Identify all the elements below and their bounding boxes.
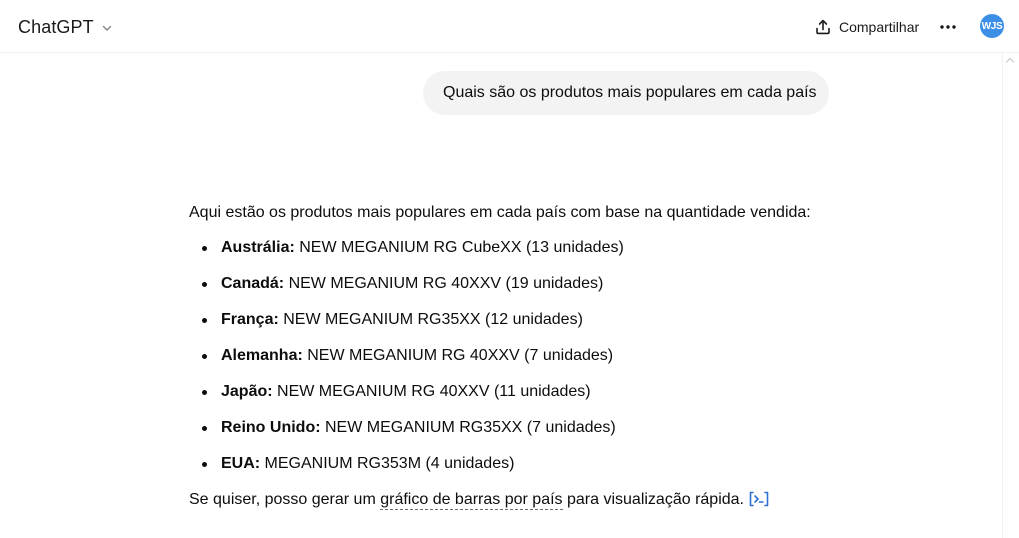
- country-name: Japão:: [221, 383, 273, 400]
- assistant-message: Aqui estão os produtos mais populares em…: [189, 202, 829, 511]
- assistant-intro: Aqui estão os produtos mais populares em…: [189, 204, 811, 221]
- bar-chart-suggestion-link[interactable]: gráfico de barras por país: [380, 491, 563, 510]
- list-item: França: NEW MEGANIUM RG35XX (12 unidades…: [189, 309, 829, 345]
- scroll-up-arrow-icon[interactable]: [1004, 54, 1016, 66]
- country-name: Austrália:: [221, 239, 295, 256]
- assistant-outro: Se quiser, posso gerar um gráfico de bar…: [189, 489, 829, 511]
- list-item: Austrália: NEW MEGANIUM RG CubeXX (13 un…: [189, 237, 829, 273]
- country-name: Reino Unido:: [221, 419, 321, 436]
- product-text: MEGANIUM RG353M (4 unidades): [260, 455, 515, 472]
- country-name: EUA:: [221, 455, 261, 472]
- more-options-button[interactable]: [932, 11, 964, 43]
- outro-text-before: Se quiser, posso gerar um: [189, 491, 381, 508]
- outro-text-after: para visualização rápida.: [562, 491, 744, 508]
- product-text: NEW MEGANIUM RG CubeXX (13 unidades): [294, 239, 624, 256]
- user-message-text: Quais são os produtos mais populares em …: [443, 84, 817, 101]
- product-text: NEW MEGANIUM RG 40XXV (11 unidades): [272, 383, 591, 400]
- chevron-down-icon: [100, 21, 114, 35]
- country-list: Austrália: NEW MEGANIUM RG CubeXX (13 un…: [189, 237, 829, 489]
- list-item: Japão: NEW MEGANIUM RG 40XXV (11 unidade…: [189, 381, 829, 417]
- scrollbar-track[interactable]: [1002, 53, 1019, 538]
- list-item: Reino Unido: NEW MEGANIUM RG35XX (7 unid…: [189, 417, 829, 453]
- share-upload-icon: [814, 18, 832, 36]
- product-text: NEW MEGANIUM RG 40XXV (7 unidades): [302, 347, 614, 364]
- top-bar: ChatGPT Compartilhar WJS: [0, 0, 1019, 53]
- country-name: França:: [221, 311, 279, 328]
- product-text: NEW MEGANIUM RG35XX (12 unidades): [278, 311, 583, 328]
- user-avatar[interactable]: WJS: [980, 14, 1004, 38]
- list-item: Alemanha: NEW MEGANIUM RG 40XXV (7 unida…: [189, 345, 829, 381]
- user-message-bubble: Quais são os produtos mais populares em …: [423, 71, 829, 115]
- share-label: Compartilhar: [839, 19, 920, 35]
- country-name: Canadá:: [221, 275, 285, 292]
- list-item: Canadá: NEW MEGANIUM RG 40XXV (19 unidad…: [189, 273, 829, 309]
- product-text: NEW MEGANIUM RG 40XXV (19 unidades): [284, 275, 604, 292]
- model-name: ChatGPT: [18, 16, 94, 37]
- country-name: Alemanha:: [221, 347, 303, 364]
- list-item: EUA: MEGANIUM RG353M (4 unidades): [189, 453, 829, 489]
- product-text: NEW MEGANIUM RG35XX (7 unidades): [320, 419, 616, 436]
- model-selector-button[interactable]: ChatGPT: [10, 10, 122, 44]
- code-interpreter-icon[interactable]: [748, 490, 770, 508]
- more-horizontal-icon: [939, 24, 957, 30]
- share-button[interactable]: Compartilhar: [806, 11, 927, 43]
